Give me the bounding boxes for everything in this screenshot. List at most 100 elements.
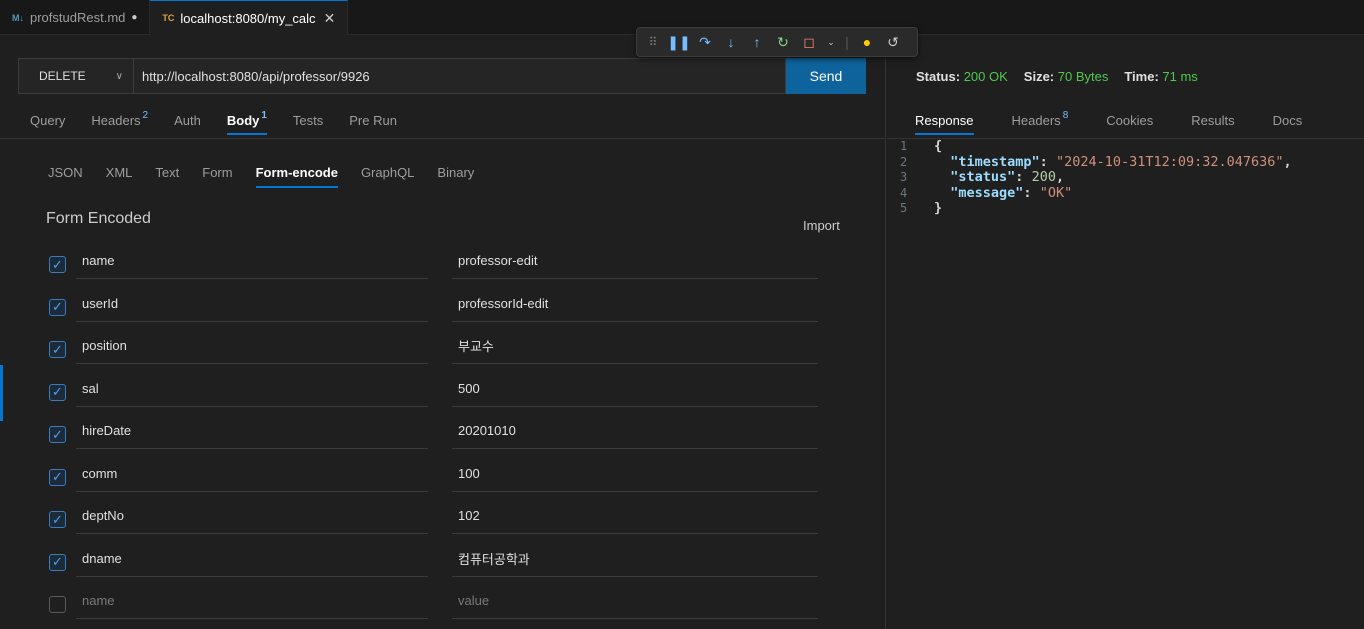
time-label: Time: — [1124, 69, 1159, 84]
tab-label: Headers — [1011, 113, 1061, 128]
tab-pre-run[interactable]: Pre Run — [349, 103, 397, 139]
restart-icon[interactable]: ↻ — [775, 34, 791, 51]
code-line: 1 { — [887, 138, 1364, 155]
json-value: "2024-10-31T12:09:32.047636" — [1055, 153, 1284, 170]
tab-body[interactable]: Body 1 — [226, 103, 267, 139]
stop-icon[interactable]: ◻ — [801, 34, 817, 51]
tab-label: Docs — [1272, 113, 1303, 128]
form-value-input[interactable]: 20201010 — [452, 413, 818, 449]
form-value-input[interactable]: 102 — [452, 498, 818, 534]
step-into-icon[interactable]: ↓ — [723, 34, 739, 50]
tab-label: Headers — [91, 113, 141, 128]
body-tab-text[interactable]: Text — [155, 153, 179, 191]
send-button[interactable]: Send — [786, 58, 866, 94]
row-checkbox[interactable]: ✓ — [49, 383, 66, 401]
method-select[interactable]: DELETE ∨ — [18, 58, 134, 94]
body-tab-xml[interactable]: XML — [106, 153, 133, 191]
row-checkbox[interactable]: ✓ — [49, 468, 66, 486]
tab-badge: 8 — [1062, 110, 1069, 121]
tab-label: Response — [915, 113, 974, 128]
form-value-input[interactable]: 부교수 — [452, 328, 818, 364]
body-tab-json[interactable]: JSON — [48, 153, 83, 191]
tab-docs[interactable]: Docs — [1273, 103, 1303, 139]
editor-tab-profstudrest[interactable]: M↓ profstudRest.md ● — [0, 0, 151, 35]
row-checkbox[interactable]: ✓ — [49, 256, 66, 273]
form-value-input[interactable]: 100 — [452, 456, 818, 492]
pause-icon[interactable]: ❚❚ — [667, 34, 690, 51]
response-body: 1 { 2 "timestamp": "2024-10-31T12:09:32.… — [887, 138, 1364, 217]
form-key-input[interactable]: hireDate — [76, 413, 428, 449]
form-key-input[interactable]: name — [76, 243, 428, 279]
form-row: ✓ position 부교수 — [0, 328, 886, 371]
response-panel: Status: 200 OK Size: 70 Bytes Time: 71 m… — [887, 35, 1364, 629]
code-text: } — [934, 200, 943, 217]
tab-query[interactable]: Query — [30, 103, 65, 139]
body-tab-binary[interactable]: Binary — [437, 153, 474, 191]
form-row: ✓ deptNo 102 — [0, 498, 886, 541]
method-value: DELETE — [39, 69, 86, 83]
form-key-input[interactable]: userId — [76, 286, 428, 322]
code-line: 4 "message": "OK" — [887, 184, 1364, 202]
row-checkbox[interactable]: ✓ — [49, 298, 66, 316]
lightbulb-icon[interactable]: ● — [859, 34, 875, 50]
form-row-new: name value — [0, 583, 886, 626]
toolbar-separator: | — [845, 34, 849, 50]
form-key-input[interactable]: deptNo — [76, 498, 428, 534]
chevron-down-icon[interactable]: ⌄ — [827, 37, 835, 48]
close-icon[interactable]: ✕ — [324, 10, 336, 27]
grip-icon[interactable]: ⠿ — [645, 35, 661, 49]
form-value-input[interactable]: professorId-edit — [452, 286, 818, 322]
form-key-input[interactable]: sal — [76, 371, 428, 407]
code-line: 5 } — [887, 201, 1364, 217]
form-value-input[interactable]: value — [452, 583, 818, 619]
form-key-input[interactable]: comm — [76, 456, 428, 492]
thunder-client-icon: TC — [162, 13, 175, 23]
json-value: 200 — [1031, 169, 1056, 186]
body-tab-form-encode[interactable]: Form-encode — [255, 153, 339, 191]
tab-label: Cookies — [1106, 113, 1154, 128]
request-panel: DELETE ∨ http://localhost:8080/api/profe… — [0, 35, 886, 629]
json-key: "timestamp" — [950, 153, 1040, 170]
form-value-input[interactable]: professor-edit — [452, 243, 818, 279]
tab-label: Results — [1191, 113, 1235, 128]
tab-label: Query — [30, 113, 66, 128]
url-input[interactable]: http://localhost:8080/api/professor/9926 — [134, 58, 786, 94]
size-label: Size: — [1023, 69, 1055, 84]
tab-badge: 1 — [261, 110, 267, 121]
tab-results[interactable]: Results — [1191, 103, 1234, 139]
tab-label: Tests — [292, 113, 324, 128]
form-value-input[interactable]: 500 — [452, 371, 818, 407]
tab-tests[interactable]: Tests — [293, 103, 323, 139]
response-tabs: Response Headers 8 Cookies Results Docs — [887, 103, 1364, 139]
editor-tab-localhost[interactable]: TC localhost:8080/my_calc ✕ — [150, 0, 349, 35]
row-checkbox[interactable]: ✓ — [49, 553, 66, 571]
form-row: ✓ hireDate 20201010 — [0, 413, 886, 456]
tab-cookies[interactable]: Cookies — [1106, 103, 1153, 139]
form-value-input[interactable]: 컴퓨터공학과 — [452, 541, 818, 577]
reload-icon[interactable]: ↺ — [885, 34, 901, 51]
form-key-input[interactable]: name — [76, 583, 428, 619]
body-tab-graphql[interactable]: GraphQL — [361, 153, 414, 191]
row-checkbox[interactable]: ✓ — [49, 341, 66, 358]
form-key-input[interactable]: dname — [76, 541, 428, 577]
row-checkbox[interactable]: ✓ — [49, 426, 66, 443]
row-checkbox[interactable]: ✓ — [49, 511, 66, 528]
status-label: Status: — [916, 69, 961, 84]
body-tab-form[interactable]: Form — [202, 153, 232, 191]
form-key-input[interactable]: position — [76, 328, 428, 364]
form-row: ✓ userId professorId-edit — [0, 286, 886, 329]
tab-response[interactable]: Response — [915, 103, 974, 139]
tab-auth[interactable]: Auth — [174, 103, 201, 139]
step-out-icon[interactable]: ↑ — [749, 34, 765, 50]
tab-response-headers[interactable]: Headers 8 — [1012, 103, 1069, 139]
tab-headers[interactable]: Headers 2 — [91, 103, 148, 139]
size-value: 70 Bytes — [1057, 69, 1109, 84]
row-checkbox[interactable] — [49, 596, 66, 613]
tab-label: Auth — [174, 113, 201, 128]
json-key: "message" — [950, 184, 1024, 201]
import-button[interactable]: Import — [803, 218, 840, 233]
step-over-icon[interactable]: ↷ — [697, 34, 713, 51]
check-icon: ✓ — [52, 469, 63, 484]
modified-dot-icon[interactable]: ● — [131, 12, 137, 23]
code-line: 2 "timestamp": "2024-10-31T12:09:32.0476… — [887, 153, 1364, 171]
